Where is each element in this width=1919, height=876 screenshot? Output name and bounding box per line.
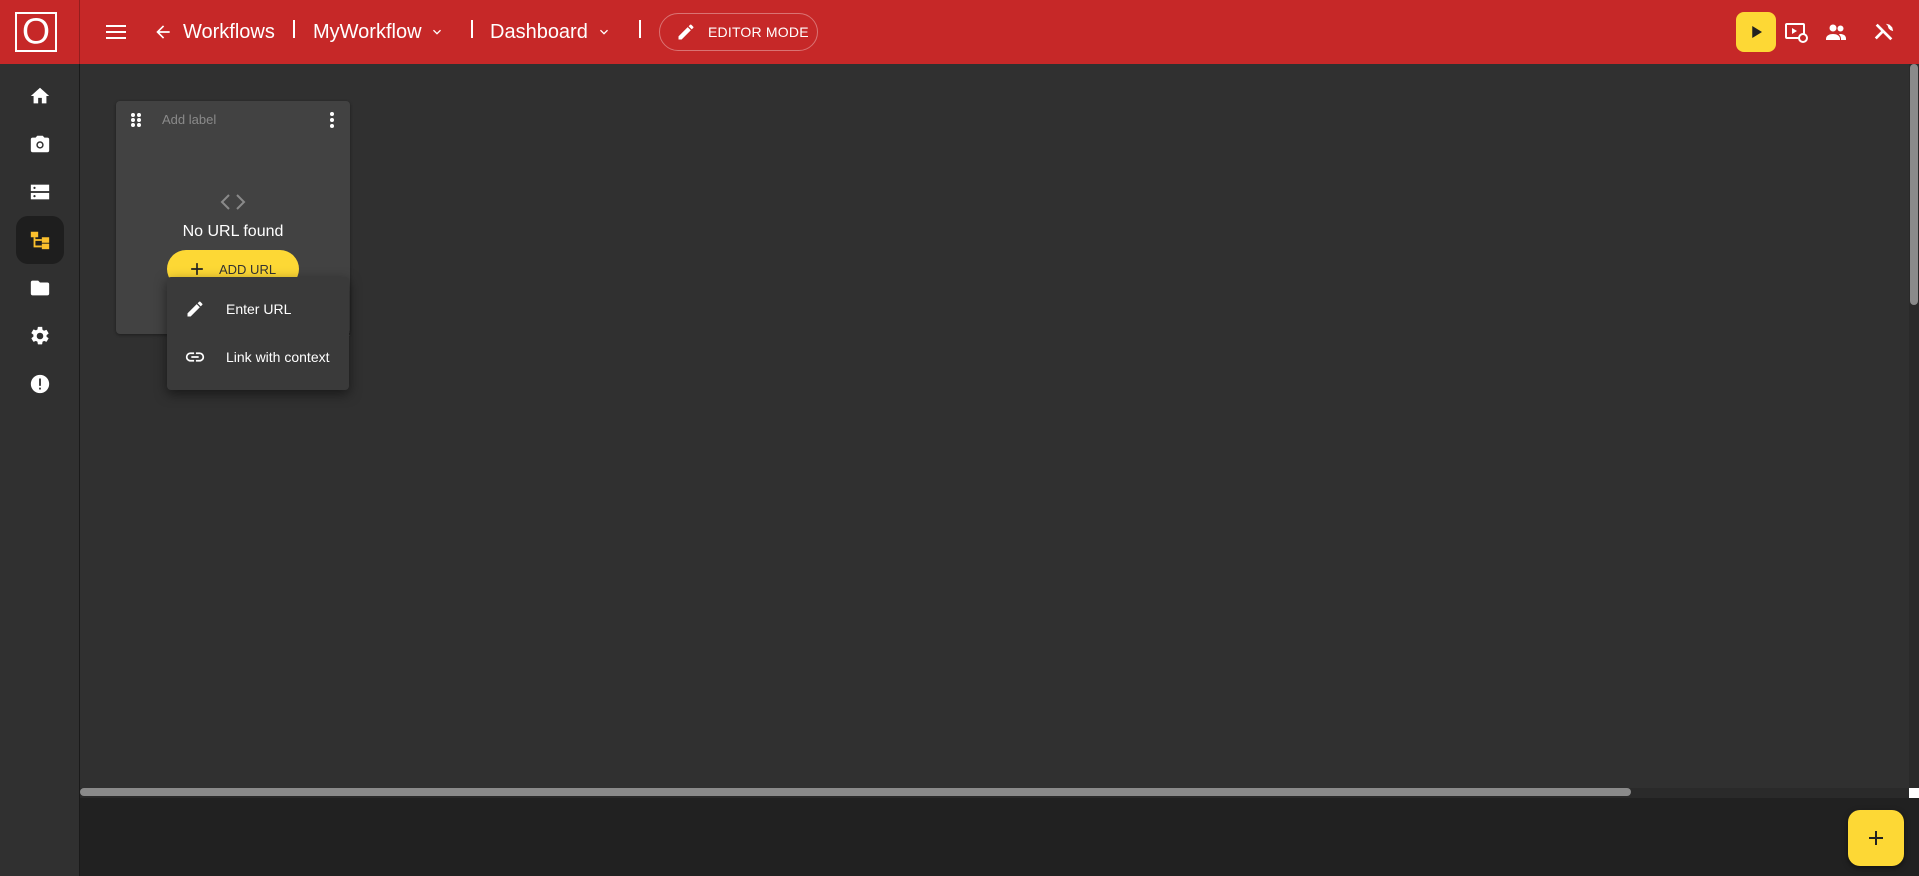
sidebar-item-camera[interactable] bbox=[16, 120, 64, 168]
widget-label-input[interactable]: Add label bbox=[162, 112, 216, 127]
gear-icon bbox=[29, 325, 51, 347]
top-app-bar: O Workflows MyWorkflow Dashboard EDITOR … bbox=[0, 0, 1919, 64]
users-icon[interactable] bbox=[1824, 20, 1848, 44]
scroll-corner bbox=[1909, 788, 1919, 798]
empty-message: No URL found bbox=[182, 223, 284, 240]
workflow-selector[interactable]: MyWorkflow bbox=[313, 20, 422, 44]
play-icon bbox=[1747, 23, 1765, 41]
link-icon bbox=[183, 345, 207, 369]
add-url-label: ADD URL bbox=[219, 261, 277, 277]
menu-item-link-with-context[interactable]: Link with context bbox=[167, 333, 349, 381]
sidebar-item-alerts[interactable] bbox=[16, 360, 64, 408]
view-selector[interactable]: Dashboard bbox=[490, 20, 588, 44]
home-icon bbox=[29, 85, 51, 107]
alert-icon bbox=[29, 373, 51, 395]
chevron-down-icon[interactable] bbox=[592, 20, 616, 44]
storage-icon bbox=[29, 181, 51, 203]
add-url-menu: Enter URL Link with context bbox=[167, 277, 349, 390]
dashboard-canvas[interactable] bbox=[80, 64, 1909, 788]
side-navigation bbox=[0, 64, 80, 876]
horizontal-scroll-thumb[interactable] bbox=[80, 788, 1631, 796]
menu-item-label: Enter URL bbox=[226, 301, 292, 317]
editor-mode-label: EDITOR MODE bbox=[708, 24, 809, 40]
bottom-panel bbox=[80, 798, 1919, 876]
breadcrumb-workflows[interactable]: Workflows bbox=[183, 20, 275, 44]
add-widget-button[interactable] bbox=[1848, 810, 1904, 866]
chevron-down-icon[interactable] bbox=[425, 20, 449, 44]
menu-item-label: Link with context bbox=[226, 349, 330, 365]
camera-icon bbox=[29, 133, 51, 155]
app-logo[interactable]: O bbox=[15, 12, 57, 52]
menu-icon[interactable] bbox=[104, 20, 128, 44]
plus-icon bbox=[187, 259, 207, 279]
code-icon bbox=[219, 192, 247, 212]
editor-mode-button[interactable]: EDITOR MODE bbox=[659, 13, 818, 51]
drag-handle-icon[interactable] bbox=[126, 110, 146, 130]
sidebar-item-home[interactable] bbox=[16, 72, 64, 120]
sidebar-item-storage[interactable] bbox=[16, 168, 64, 216]
folder-icon bbox=[29, 277, 51, 299]
sidebar-item-settings[interactable] bbox=[16, 312, 64, 360]
tools-icon[interactable] bbox=[1872, 20, 1896, 44]
workflow-icon bbox=[29, 229, 51, 251]
vertical-scroll-thumb[interactable] bbox=[1910, 64, 1918, 305]
sidebar-item-workflows[interactable] bbox=[16, 216, 64, 264]
run-button[interactable] bbox=[1736, 12, 1776, 52]
breadcrumb-divider bbox=[293, 20, 295, 38]
menu-item-enter-url[interactable]: Enter URL bbox=[167, 285, 349, 333]
logo-divider bbox=[79, 0, 80, 64]
back-arrow-icon[interactable] bbox=[151, 20, 175, 44]
pencil-icon bbox=[676, 22, 696, 42]
logo-letter: O bbox=[21, 10, 51, 52]
sidebar-item-files[interactable] bbox=[16, 264, 64, 312]
pencil-icon bbox=[183, 297, 207, 321]
breadcrumb-divider bbox=[471, 20, 473, 38]
more-vert-icon[interactable] bbox=[322, 110, 342, 130]
plus-icon bbox=[1864, 826, 1888, 850]
breadcrumb-divider bbox=[639, 20, 641, 38]
preview-settings-icon[interactable] bbox=[1784, 20, 1808, 44]
